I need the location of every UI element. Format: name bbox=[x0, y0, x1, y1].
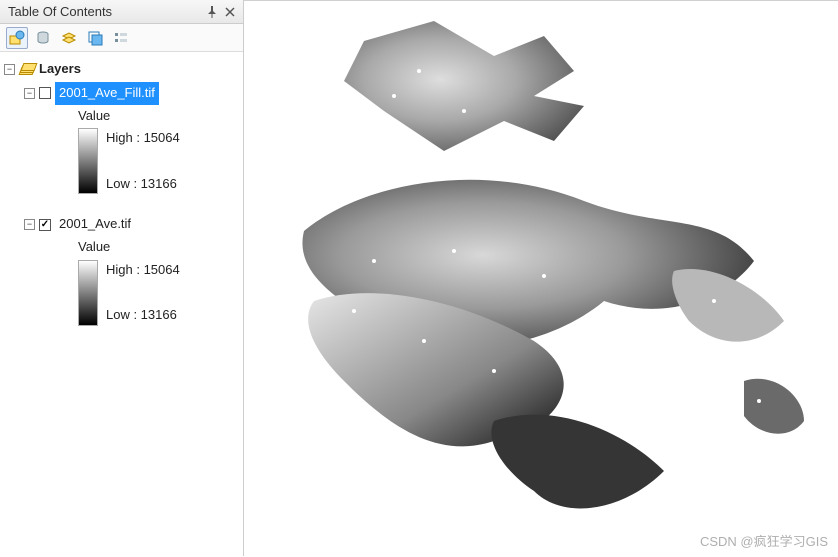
layers-root-row[interactable]: − Layers bbox=[4, 58, 239, 81]
list-by-drawing-order-icon[interactable] bbox=[6, 27, 28, 49]
list-by-selection-icon[interactable] bbox=[84, 27, 106, 49]
layer-name-label[interactable]: 2001_Ave_Fill.tif bbox=[55, 82, 159, 105]
map-canvas[interactable] bbox=[244, 0, 838, 556]
layer-tree: − Layers − 2001_Ave_Fill.tif Value High … bbox=[0, 52, 243, 332]
grayscale-ramp-icon bbox=[78, 260, 98, 326]
close-icon[interactable] bbox=[221, 3, 239, 21]
toc-title: Table Of Contents bbox=[4, 4, 203, 19]
low-value-label: Low : 13166 bbox=[106, 305, 180, 326]
list-by-source-icon[interactable] bbox=[32, 27, 54, 49]
toc-toolbar bbox=[0, 24, 243, 52]
layers-root-label: Layers bbox=[39, 59, 81, 80]
layer-row[interactable]: − 2001_Ave.tif bbox=[4, 212, 239, 237]
collapse-icon[interactable]: − bbox=[24, 88, 35, 99]
symbology-ramp: High : 15064 Low : 13166 bbox=[4, 128, 239, 194]
options-icon[interactable] bbox=[110, 27, 132, 49]
raster-display bbox=[244, 1, 838, 557]
value-heading: Value bbox=[4, 237, 239, 258]
symbology-ramp: High : 15064 Low : 13166 bbox=[4, 260, 239, 326]
toc-header: Table Of Contents bbox=[0, 0, 243, 24]
grayscale-ramp-icon bbox=[78, 128, 98, 194]
low-value-label: Low : 13166 bbox=[106, 174, 180, 195]
pin-icon[interactable] bbox=[203, 3, 221, 21]
collapse-icon[interactable]: − bbox=[4, 64, 15, 75]
value-heading: Value bbox=[4, 106, 239, 127]
layer-name-label[interactable]: 2001_Ave.tif bbox=[55, 213, 135, 236]
high-value-label: High : 15064 bbox=[106, 128, 180, 149]
collapse-icon[interactable]: − bbox=[24, 219, 35, 230]
table-of-contents-panel: Table Of Contents − Layers bbox=[0, 0, 244, 556]
list-by-visibility-icon[interactable] bbox=[58, 27, 80, 49]
layer-visibility-checkbox[interactable] bbox=[39, 219, 51, 231]
layer-visibility-checkbox[interactable] bbox=[39, 87, 51, 99]
layer-row[interactable]: − 2001_Ave_Fill.tif bbox=[4, 81, 239, 106]
layers-group-icon bbox=[19, 63, 35, 75]
watermark-label: CSDN @疯狂学习GIS bbox=[700, 531, 828, 550]
high-value-label: High : 15064 bbox=[106, 260, 180, 281]
